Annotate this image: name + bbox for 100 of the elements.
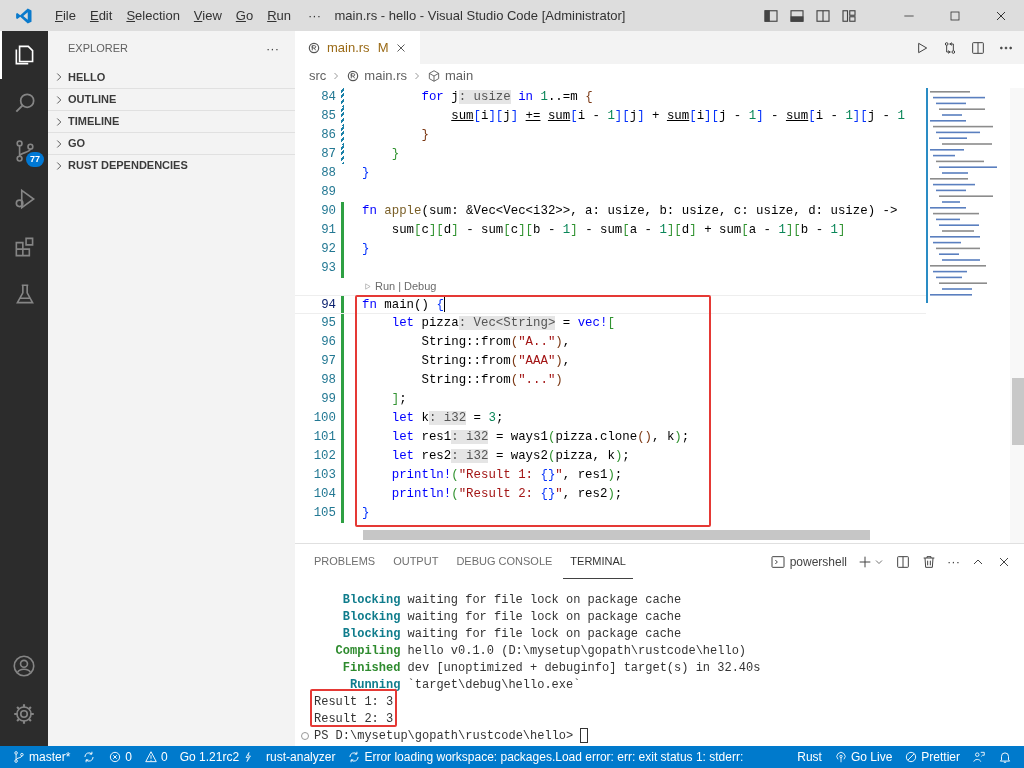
line-number: 97 <box>320 353 336 370</box>
terminal-status-label: Blocking <box>341 625 401 643</box>
code-line: String::from("AAA"), <box>420 353 571 370</box>
section-header[interactable]: RUST DEPENDENCIES <box>48 154 295 176</box>
split-editor-icon[interactable] <box>970 39 986 56</box>
rust-file-icon <box>346 69 361 83</box>
more-actions-button[interactable]: ··· <box>947 551 960 572</box>
line-number: 104 <box>312 486 336 503</box>
section-header[interactable]: OUTLINE <box>48 88 295 110</box>
codelens-link[interactable]: Run <box>375 278 396 295</box>
line-number: 95 <box>320 315 336 332</box>
play-icon <box>363 282 372 291</box>
sidebar-title: EXPLORER <box>68 41 128 57</box>
breadcrumb-item[interactable]: main <box>444 66 474 86</box>
terminal-cursor <box>580 728 589 743</box>
line-number: 91 <box>320 222 336 239</box>
terminal-line: Result 2: 3 <box>314 710 394 728</box>
code-line: } <box>362 165 370 182</box>
feedback-icon <box>972 750 986 764</box>
status-item[interactable]: master* <box>6 748 77 766</box>
menu-item[interactable]: File <box>48 3 83 28</box>
line-number: 86 <box>320 127 336 144</box>
modified-indicator: M <box>377 38 389 57</box>
code-line: String::from("A.."), <box>420 334 571 351</box>
code-line: println!("Result 1: {}", res1); <box>390 467 623 484</box>
code-line: } <box>362 505 370 522</box>
terminal-line: dev [unoptimized + debuginfo] target(s) in 32.40s <box>407 659 761 677</box>
panel-tab[interactable]: TERMINAL <box>563 544 633 579</box>
section-header[interactable]: TIMELINE <box>48 110 295 132</box>
codelens-separator: | <box>398 279 402 295</box>
code-line: let k: i32 = 3; <box>390 410 504 427</box>
menu-item[interactable]: Selection <box>119 3 187 28</box>
line-number: 87 <box>320 146 336 163</box>
code-line: sum[c][d] - sum[c][b - 1] - sum[a - 1][d] + sum[a - 1][b - 1] <box>390 222 846 239</box>
code-line: println!("Result 2: {}", res2); <box>390 486 623 503</box>
codelens-link[interactable]: Debug <box>404 278 437 295</box>
menu-item[interactable]: Go <box>228 3 261 28</box>
tab-label: main.rs <box>327 38 370 57</box>
line-number: 96 <box>320 334 336 351</box>
line-number: 100 <box>312 410 336 427</box>
line-number: 98 <box>320 372 336 389</box>
status-item[interactable]: Prettier <box>898 748 966 766</box>
code-line: } <box>362 241 370 258</box>
line-number: 105 <box>312 505 336 522</box>
account-icon[interactable] <box>11 653 37 679</box>
terminal-selector[interactable]: powershell <box>769 552 847 571</box>
status-item[interactable]: Error loading workspace: packages.Load error: err: exit status 1: stderr: <box>341 748 750 766</box>
more-menu-button[interactable]: ··· <box>298 5 332 26</box>
panel-tab[interactable]: DEBUG CONSOLE <box>449 544 560 579</box>
line-number: 103 <box>312 467 336 484</box>
line-number: 94 <box>320 297 336 313</box>
status-item[interactable]: Go Live <box>827 748 899 766</box>
line-number: 89 <box>320 184 336 201</box>
terminal-status-label: Compiling <box>334 642 401 660</box>
panel-tab[interactable]: OUTPUT <box>386 544 446 579</box>
terminal-icon <box>769 553 786 570</box>
window-title: main.rs - hello - Visual Studio Code [Administrator] <box>334 6 626 25</box>
code-line: ]; <box>390 391 407 408</box>
code-line: let pizza: Vec<String> = vec![ <box>390 315 615 332</box>
blocked-icon <box>904 750 919 764</box>
menu-item[interactable]: View <box>186 3 229 28</box>
line-number: 85 <box>320 108 336 125</box>
terminal-status-label: Running <box>349 676 401 694</box>
branch-icon <box>12 750 26 764</box>
notification-badge: 77 <box>26 152 44 167</box>
scrollbar-thumb[interactable] <box>363 530 870 540</box>
menu-item[interactable]: Run <box>260 3 299 28</box>
code-line: String::from("...") <box>420 372 563 389</box>
settings-icon[interactable] <box>11 701 37 727</box>
terminal-status-label: Blocking <box>341 591 401 609</box>
code-line: for j: usize in 1..=m { <box>420 89 593 106</box>
bell-icon <box>998 750 1012 764</box>
more-actions-button[interactable]: ··· <box>266 38 279 59</box>
scrollbar-thumb[interactable] <box>1012 378 1024 445</box>
cube-icon <box>426 69 441 83</box>
sync-icon <box>82 750 97 764</box>
status-item[interactable]: 0 <box>102 748 139 766</box>
editor-tab[interactable]: main.rs M <box>295 31 421 64</box>
panel-tab[interactable]: PROBLEMS <box>307 544 383 579</box>
status-item[interactable]: rust-analyzer <box>260 748 342 766</box>
error-icon <box>108 750 123 764</box>
terminal-line: `target\debug\hello.exe` <box>407 676 581 694</box>
menu-item[interactable]: Edit <box>82 3 120 28</box>
compare-changes-icon[interactable] <box>942 39 958 56</box>
line-number: 101 <box>312 429 336 446</box>
status-item[interactable]: Go 1.21rc2 <box>173 748 261 766</box>
app-logo-icon <box>15 6 33 25</box>
trash-icon[interactable] <box>921 553 937 570</box>
sync-icon <box>347 750 362 764</box>
code-line: let res2: i32 = ways2(pizza, k); <box>390 448 630 465</box>
broadcast-icon <box>833 750 848 764</box>
section-header[interactable]: HELLO <box>48 66 295 88</box>
breadcrumb-item[interactable]: src <box>309 66 327 86</box>
section-header[interactable]: GO <box>48 132 295 154</box>
status-item[interactable]: 0 <box>138 748 174 766</box>
status-item[interactable]: Rust <box>791 748 828 766</box>
code-line: fn apple(sum: &Vec<Vec<i32>>, a: usize, b: usize, c: usize, d: usize) -> <box>362 203 898 220</box>
breadcrumb-item[interactable]: main.rs <box>364 66 407 86</box>
terminal-line: waiting for file lock on package cache <box>407 608 682 626</box>
split-terminal-icon[interactable] <box>895 553 911 570</box>
